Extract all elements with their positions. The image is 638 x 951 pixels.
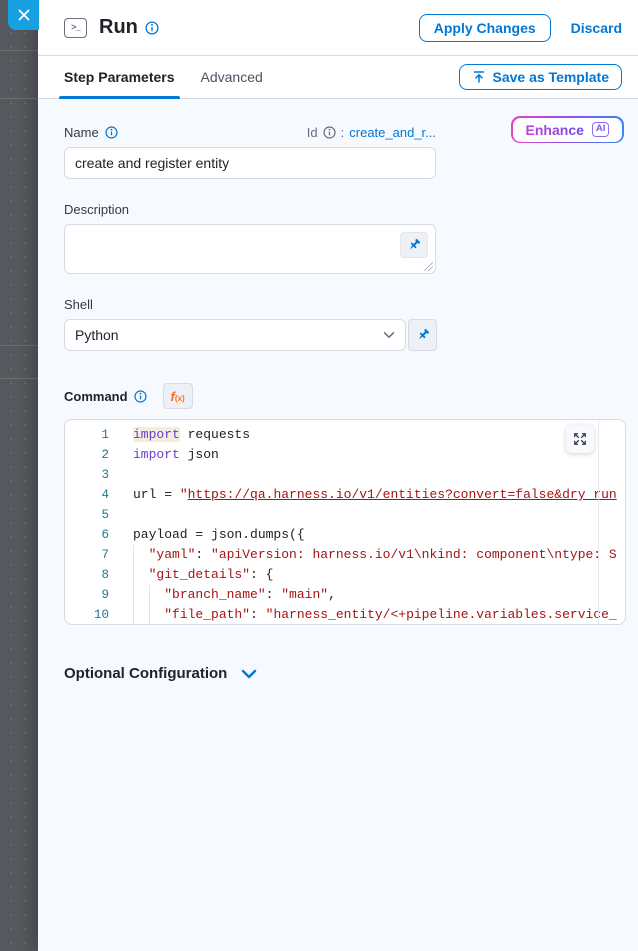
command-label: Command (64, 389, 128, 404)
tabbar-spacer (289, 56, 459, 98)
step-parameters-panel: Enhance AI Name Id : create_and_r... Des… (38, 99, 638, 951)
apply-changes-button[interactable]: Apply Changes (419, 14, 551, 42)
id-value: create_and_r... (349, 125, 436, 140)
code-line-content: import json (109, 445, 219, 465)
tab-bar: Step Parameters Advanced Save as Templat… (38, 56, 638, 99)
page-title: Run (99, 16, 138, 39)
close-drawer-button[interactable] (8, 0, 39, 30)
pin-icon (407, 238, 421, 252)
command-info-icon[interactable] (134, 390, 147, 403)
id-label: Id (307, 125, 318, 140)
code-line: 7 "yaml": "apiVersion: harness.io/v1\nki… (65, 545, 625, 565)
code-line-content: payload = json.dumps({ (109, 525, 305, 545)
line-number: 2 (65, 445, 109, 465)
indent-guide (133, 585, 134, 605)
discard-button[interactable]: Discard (571, 20, 622, 36)
canvas-divider (0, 98, 38, 99)
shell-label: Shell (64, 297, 93, 312)
code-line: 5 (65, 505, 625, 525)
optional-configuration-toggle[interactable]: Optional Configuration (64, 665, 624, 682)
indent-guide (133, 605, 134, 625)
description-pin-button[interactable] (400, 232, 428, 258)
code-line-content: import requests (109, 425, 250, 445)
step-config-drawer: >_ Run Apply Changes Discard Step Parame… (38, 0, 638, 951)
command-code-editor[interactable]: 1import requests2import json34url = "htt… (64, 419, 626, 625)
line-number: 4 (65, 485, 109, 505)
line-number: 6 (65, 525, 109, 545)
shell-select[interactable]: Python (64, 319, 406, 351)
code-line-content: "yaml": "apiVersion: harness.io/v1\nkind… (109, 545, 617, 565)
upload-icon (472, 70, 486, 84)
expand-icon (573, 432, 587, 446)
optional-configuration-label: Optional Configuration (64, 665, 227, 682)
description-textarea[interactable] (64, 224, 436, 274)
expand-editor-button[interactable] (566, 425, 594, 453)
drawer-header: >_ Run Apply Changes Discard (38, 0, 638, 56)
id-separator: : (341, 125, 345, 140)
indent-guide (149, 585, 150, 605)
shell-selected-value: Python (75, 327, 119, 343)
code-line: 1import requests (65, 425, 625, 445)
pin-icon (416, 328, 430, 342)
code-line: 10 "file_path": "harness_entity/<+pipeli… (65, 605, 625, 625)
code-editor-lines: 1import requests2import json34url = "htt… (65, 425, 625, 625)
shell-pin-button[interactable] (408, 319, 437, 351)
line-number: 9 (65, 585, 109, 605)
tab-step-parameters[interactable]: Step Parameters (64, 56, 175, 98)
code-line: 8 "git_details": { (65, 565, 625, 585)
line-number: 10 (65, 605, 109, 625)
enhance-label: Enhance (526, 122, 584, 138)
code-line-content: "git_details": { (109, 565, 273, 585)
enhance-ai-button-face: Enhance AI (513, 118, 623, 142)
chevron-down-icon (383, 331, 395, 339)
ai-badge: AI (592, 122, 610, 136)
name-input[interactable] (64, 147, 436, 179)
indent-guide (133, 565, 134, 585)
code-line-content: url = "https://qa.harness.io/v1/entities… (109, 485, 617, 505)
step-id-chip: Id : create_and_r... (307, 125, 436, 140)
save-as-template-button[interactable]: Save as Template (459, 64, 622, 90)
code-line-content (109, 505, 133, 525)
code-line-content: "branch_name": "main", (109, 585, 336, 605)
indent-guide (133, 545, 134, 565)
line-number: 7 (65, 545, 109, 565)
line-number: 1 (65, 425, 109, 445)
chevron-down-icon (241, 669, 257, 679)
name-label: Name (64, 125, 99, 140)
fx-icon: f(x) (171, 389, 185, 404)
code-line: 9 "branch_name": "main", (65, 585, 625, 605)
code-line-content: "file_path": "harness_entity/<+pipeline.… (109, 605, 617, 625)
description-label: Description (64, 202, 129, 217)
line-number: 8 (65, 565, 109, 585)
line-number: 5 (65, 505, 109, 525)
run-step-terminal-icon: >_ (64, 18, 87, 38)
save-as-template-label: Save as Template (493, 69, 609, 85)
line-number: 3 (65, 465, 109, 485)
canvas-divider (0, 378, 38, 379)
canvas-divider (0, 345, 38, 346)
close-icon (18, 9, 30, 21)
canvas-divider (0, 50, 38, 51)
step-info-icon[interactable] (145, 21, 159, 35)
textarea-resize-handle[interactable] (424, 262, 433, 271)
name-info-icon[interactable] (105, 126, 118, 139)
code-line-content (109, 465, 133, 485)
tab-advanced[interactable]: Advanced (201, 56, 263, 98)
code-line: 4url = "https://qa.harness.io/v1/entitie… (65, 485, 625, 505)
enhance-ai-button[interactable]: Enhance AI (511, 116, 624, 143)
code-line: 6payload = json.dumps({ (65, 525, 625, 545)
code-line: 3 (65, 465, 625, 485)
indent-guide (149, 605, 150, 625)
code-line: 2import json (65, 445, 625, 465)
id-info-icon[interactable] (323, 126, 336, 139)
expression-input-button[interactable]: f(x) (163, 383, 193, 409)
